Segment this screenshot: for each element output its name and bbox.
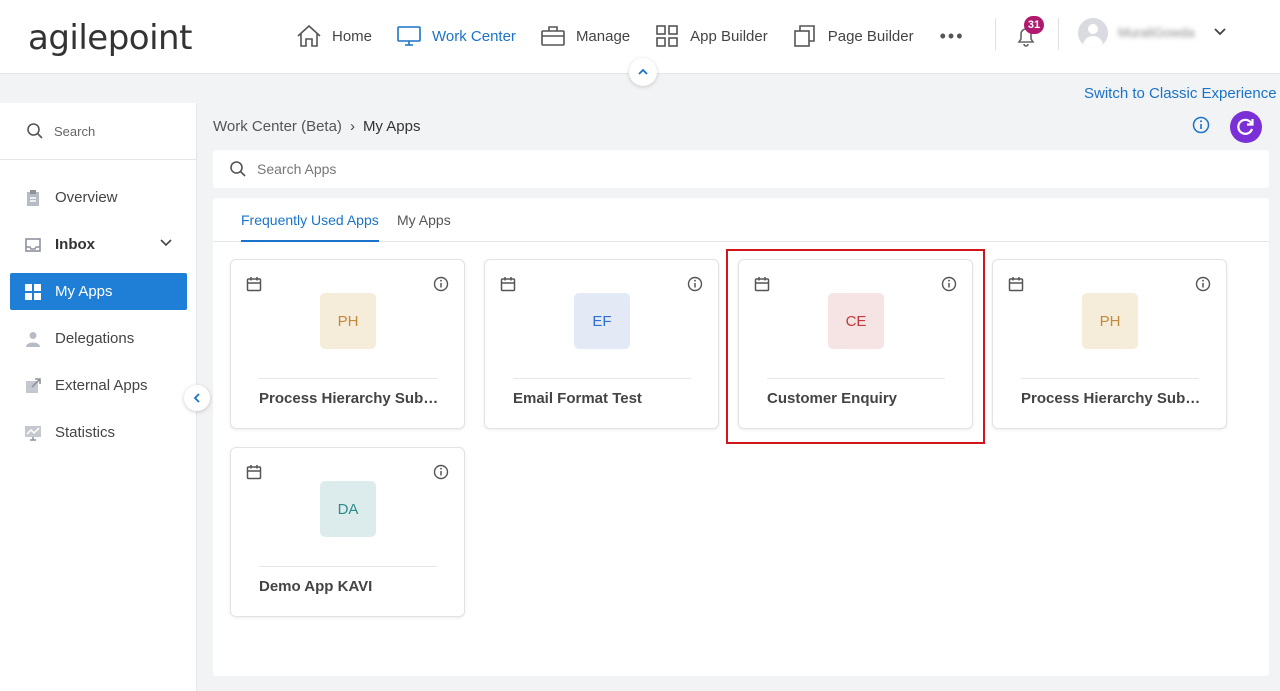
card-divider <box>767 378 945 379</box>
more-icon: ••• <box>939 25 965 46</box>
monitor-icon <box>397 26 421 46</box>
calendar-icon[interactable] <box>1008 276 1024 292</box>
switch-classic-link[interactable]: Switch to Classic Experience <box>1084 85 1277 102</box>
collapse-header-button[interactable] <box>629 58 657 86</box>
sidebar-item-label: Delegations <box>55 330 135 347</box>
sidebar-item-overview[interactable]: Overview <box>10 179 187 216</box>
card-divider <box>259 378 437 379</box>
info-icon[interactable] <box>433 276 449 292</box>
username[interactable]: MuraliGowda <box>1118 25 1195 40</box>
calendar-icon[interactable] <box>246 276 262 292</box>
divider <box>1058 18 1059 50</box>
sidebar-item-label: Statistics <box>55 424 116 441</box>
breadcrumb-parent[interactable]: Work Center (Beta) <box>213 118 342 135</box>
grid-icon <box>656 25 678 47</box>
sidebar-item-delegations[interactable]: Delegations <box>10 320 187 357</box>
info-icon[interactable] <box>433 464 449 480</box>
nav-manage-label: Manage <box>575 27 631 45</box>
sidebar-item-external-apps[interactable]: External Apps <box>10 367 187 404</box>
app-title: Process Hierarchy Subprocess <box>1021 390 1206 407</box>
nav-app-builder-label: App Builder <box>690 27 768 45</box>
app-title: Customer Enquiry <box>767 390 898 407</box>
copy-icon <box>793 25 815 47</box>
tab-frequently-used-apps[interactable]: Frequently Used Apps <box>241 212 379 242</box>
sidebar-search-placeholder: Search <box>54 123 96 139</box>
app-initials-tile: CE <box>828 293 884 349</box>
sidebar-item-statistics[interactable]: Statistics <box>10 414 187 451</box>
calendar-icon[interactable] <box>500 276 516 292</box>
info-icon[interactable] <box>687 276 703 292</box>
nav-home-label: Home <box>332 27 373 45</box>
person-icon <box>26 331 40 347</box>
app-initials-tile: DA <box>320 481 376 537</box>
nav-work-center[interactable]: Work Center <box>396 22 516 50</box>
app-title: Demo App KAVI <box>259 578 373 595</box>
main-nav: Home Work Center Manage App Builder Page… <box>296 22 989 50</box>
search-icon <box>27 123 43 139</box>
search-icon <box>230 161 246 177</box>
sidebar-item-label: Inbox <box>55 236 95 253</box>
sidebar-item-inbox[interactable]: Inbox <box>10 226 187 263</box>
search-apps-input[interactable]: Search Apps <box>213 150 1269 188</box>
calendar-icon[interactable] <box>754 276 770 292</box>
notification-badge: 31 <box>1024 16 1044 34</box>
apps-grid-icon <box>25 283 41 300</box>
sidebar-item-my-apps[interactable]: My Apps <box>10 273 187 310</box>
sidebar-item-label: External Apps <box>55 377 148 394</box>
info-icon[interactable] <box>1192 116 1210 134</box>
sidebar-item-label: My Apps <box>55 283 113 300</box>
app-title: Process Hierarchy Subprocess <box>259 390 444 407</box>
sidebar-collapse-button[interactable] <box>184 385 210 411</box>
app-card[interactable]: PH Process Hierarchy Subprocess <box>992 259 1227 429</box>
logo-text: agilepoint <box>28 18 192 58</box>
app-card[interactable]: PH Process Hierarchy Subprocess <box>230 259 465 429</box>
nav-work-center-label: Work Center <box>432 27 516 45</box>
chevron-down-icon[interactable] <box>1213 26 1227 38</box>
nav-home[interactable]: Home <box>296 22 372 50</box>
breadcrumb-separator: › <box>349 118 355 135</box>
info-icon[interactable] <box>1195 276 1211 292</box>
card-divider <box>259 566 437 567</box>
breadcrumb: Work Center (Beta) › My Apps <box>213 118 420 135</box>
nav-app-builder[interactable]: App Builder <box>654 22 768 50</box>
clipboard-icon <box>27 189 39 206</box>
chevron-left-icon <box>193 393 200 403</box>
briefcase-icon <box>541 26 565 46</box>
info-icon[interactable] <box>941 276 957 292</box>
external-link-icon <box>26 377 41 393</box>
breadcrumb-current: My Apps <box>362 118 421 135</box>
app-tabs: Frequently Used Apps My Apps <box>213 198 1269 242</box>
sidebar-item-label: Overview <box>55 189 118 206</box>
agilepoint-logo[interactable]: agilepoint <box>28 18 192 58</box>
app-initials-tile: EF <box>574 293 630 349</box>
chevron-up-icon <box>638 68 648 75</box>
nav-page-builder[interactable]: Page Builder <box>792 22 914 50</box>
refresh-icon <box>1237 118 1254 135</box>
app-card[interactable]: CE Customer Enquiry <box>738 259 973 429</box>
app-initials-tile: PH <box>320 293 376 349</box>
chart-icon <box>25 425 41 441</box>
chevron-down-icon[interactable] <box>159 238 173 248</box>
avatar[interactable] <box>1078 18 1108 48</box>
tab-my-apps[interactable]: My Apps <box>397 212 451 242</box>
inbox-icon <box>25 237 41 252</box>
nav-page-builder-label: Page Builder <box>827 27 914 45</box>
divider <box>995 18 996 50</box>
app-card[interactable]: EF Email Format Test <box>484 259 719 429</box>
sidebar-search[interactable]: Search <box>0 103 196 160</box>
calendar-icon[interactable] <box>246 464 262 480</box>
sidebar: Search Overview Inbox My Apps Delegation… <box>0 103 197 691</box>
app-initials-tile: PH <box>1082 293 1138 349</box>
card-divider <box>1021 378 1199 379</box>
nav-manage[interactable]: Manage <box>540 22 630 50</box>
app-title: Email Format Test <box>513 390 642 407</box>
more-menu-button[interactable]: ••• <box>940 22 965 50</box>
card-divider <box>513 378 691 379</box>
home-icon <box>297 24 321 47</box>
app-card[interactable]: DA Demo App KAVI <box>230 447 465 617</box>
refresh-button[interactable] <box>1230 111 1262 143</box>
search-apps-placeholder: Search Apps <box>257 161 337 177</box>
